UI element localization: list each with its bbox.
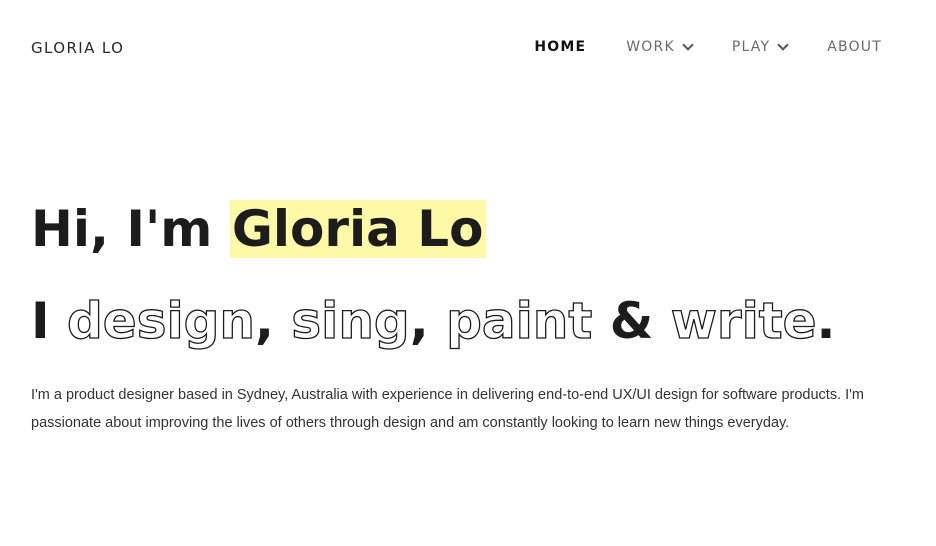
outlined-word-write: write — [670, 291, 817, 350]
nav-item-label: HOME — [534, 39, 587, 55]
bio-paragraph: I'm a product designer based in Sydney, … — [31, 387, 865, 431]
separator: , — [255, 292, 292, 350]
chevron-down-icon — [682, 39, 694, 51]
nav-item-label: PLAY — [731, 39, 771, 55]
highlighted-name: Gloria Lo — [229, 200, 486, 258]
site-logo[interactable]: GLORIA LO — [31, 39, 124, 57]
nav-item-work[interactable]: WORK — [626, 39, 694, 55]
nav-item-about[interactable]: ABOUT — [827, 39, 882, 55]
outlined-word-paint: paint — [445, 291, 593, 350]
nav-item-home[interactable]: HOME — [534, 39, 586, 55]
outlined-word-design: design — [66, 291, 256, 350]
separator: , — [409, 292, 447, 350]
line2-prefix: I — [31, 292, 68, 350]
chevron-down-icon — [777, 39, 789, 51]
nav-item-label: WORK — [626, 39, 675, 55]
nav-item-label: ABOUT — [827, 39, 882, 55]
period: . — [816, 292, 836, 350]
greeting-prefix: Hi, I'm — [31, 200, 230, 258]
ampersand: & — [592, 292, 671, 350]
hero-heading: Hi, I'm Gloria Lo — [31, 192, 486, 266]
nav-item-play[interactable]: PLAY — [731, 39, 789, 55]
main-nav: HOME WORK PLAY ABOUT — [494, 39, 882, 55]
hero-subheading: I design, sing, paint & write. — [31, 284, 836, 358]
outlined-word-sing: sing — [291, 291, 411, 350]
